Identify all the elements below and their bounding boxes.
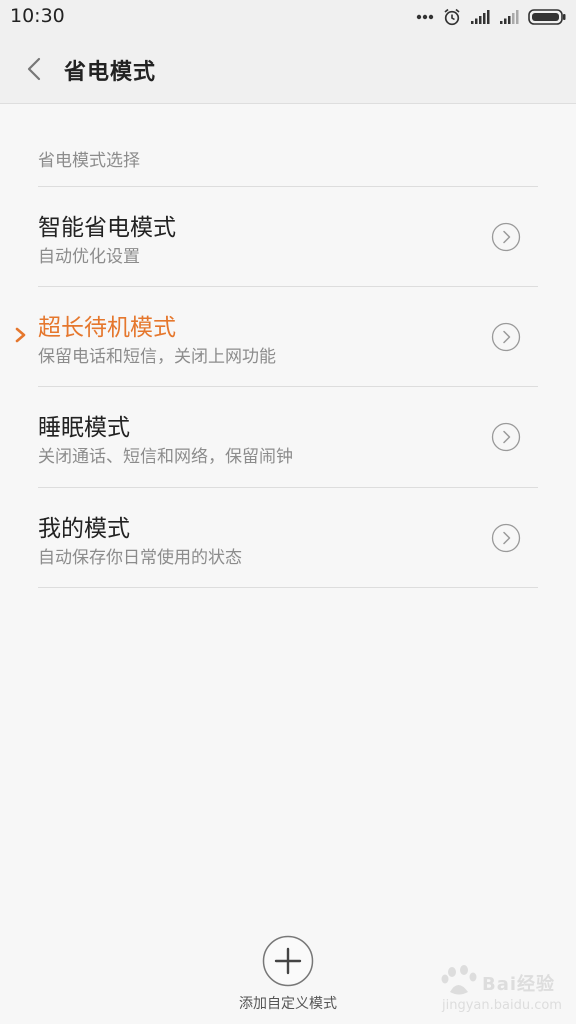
back-button[interactable] (18, 52, 52, 86)
watermark-text: Bai经验 (482, 974, 556, 995)
mode-description: 关闭通话、短信和网络，保留闹钟 (38, 447, 293, 467)
title-bar: 省电模式 (0, 34, 576, 104)
status-time: 10:30 (10, 5, 65, 27)
chevron-right-circle-icon[interactable] (491, 222, 521, 252)
selected-indicator-icon (15, 327, 26, 343)
mode-description: 保留电话和短信，关闭上网功能 (38, 347, 276, 367)
chevron-right-circle-icon[interactable] (491, 523, 521, 553)
mode-item-sleep[interactable]: 睡眠模式 关闭通话、短信和网络，保留闹钟 (0, 386, 576, 486)
mode-title: 睡眠模式 (38, 415, 130, 441)
status-icons (416, 8, 566, 26)
mode-description: 自动优化设置 (38, 247, 140, 267)
paw-icon (441, 965, 477, 995)
section-header: 省电模式选择 (38, 151, 140, 171)
more-dots-icon (416, 14, 434, 20)
watermark-sub: jingyan.baidu.com (442, 998, 562, 1013)
alarm-icon (444, 8, 460, 26)
mode-title: 超长待机模式 (38, 315, 176, 341)
divider (38, 587, 538, 588)
chevron-right-circle-icon[interactable] (491, 322, 521, 352)
mode-item-smart-saving[interactable]: 智能省电模式 自动优化设置 (0, 186, 576, 286)
mode-item-ultra-standby[interactable]: 超长待机模式 保留电话和短信，关闭上网功能 (0, 286, 576, 386)
status-bar: 10:30 (0, 0, 576, 34)
mode-item-my-mode[interactable]: 我的模式 自动保存你日常使用的状态 (0, 487, 576, 587)
page-title: 省电模式 (64, 60, 157, 85)
signal-icon (471, 10, 490, 24)
signal-icon (500, 10, 519, 24)
chevron-left-icon (27, 57, 41, 81)
mode-title: 智能省电模式 (38, 215, 176, 241)
watermark-logo: Bai经验 jingyan.baidu.com (440, 962, 568, 1018)
mode-description: 自动保存你日常使用的状态 (38, 548, 242, 568)
mode-title: 我的模式 (38, 516, 130, 542)
chevron-right-circle-icon[interactable] (491, 422, 521, 452)
battery-icon (528, 9, 566, 25)
add-custom-mode-button[interactable] (262, 935, 314, 987)
add-custom-mode-label: 添加自定义模式 (239, 996, 337, 1012)
